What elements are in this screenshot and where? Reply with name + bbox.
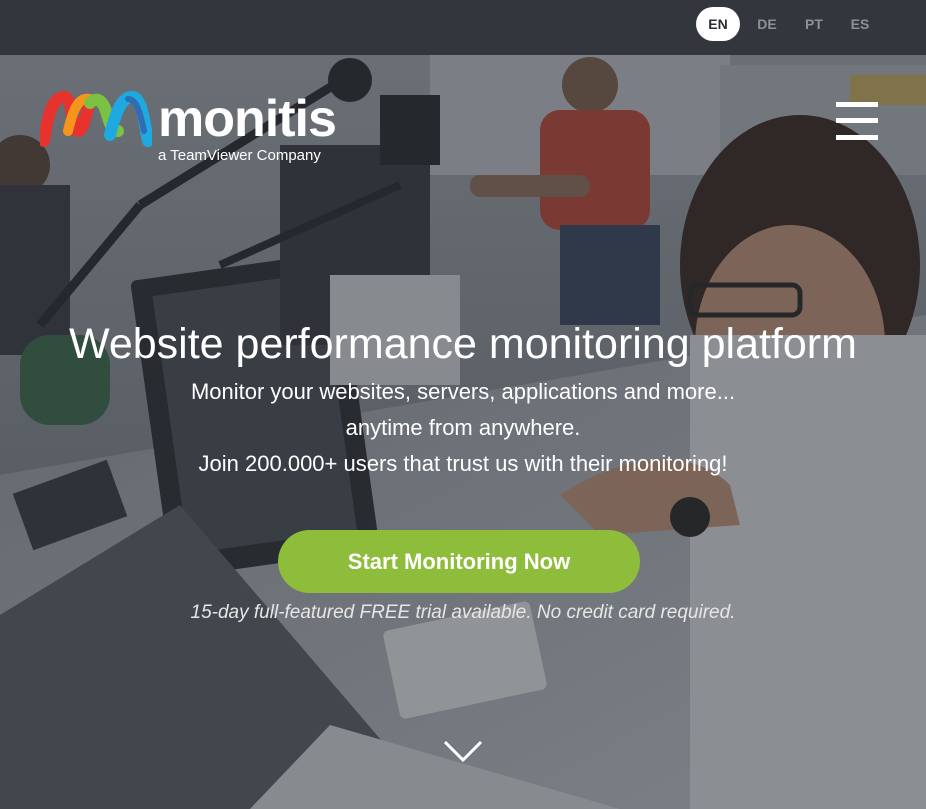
trial-note: 15-day full-featured FREE trial availabl… xyxy=(190,602,736,623)
hero-subtitle-line-2: anytime from anywhere. xyxy=(345,415,581,440)
lang-pt-button[interactable]: PT xyxy=(800,7,828,41)
lang-es-button[interactable]: ES xyxy=(846,7,874,41)
hamburger-menu-icon[interactable] xyxy=(836,100,878,142)
lang-de-button[interactable]: DE xyxy=(752,7,782,41)
hero-subtitle-line-3: Join 200.000+ users that trust us with t… xyxy=(198,451,728,476)
hero-headline: Website performance monitoring platform xyxy=(69,320,857,368)
chevron-down-icon[interactable] xyxy=(442,738,484,764)
language-bar: EN DE PT ES xyxy=(0,0,926,55)
monitis-logo-mark-icon xyxy=(40,91,152,147)
lang-en-button[interactable]: EN xyxy=(696,7,740,41)
brand-name: monitis xyxy=(158,90,337,148)
start-monitoring-button[interactable]: Start Monitoring Now xyxy=(278,530,640,593)
brand-tagline: a TeamViewer Company xyxy=(158,147,321,164)
hero-subtitle-line-1: Monitor your websites, servers, applicat… xyxy=(190,379,736,404)
